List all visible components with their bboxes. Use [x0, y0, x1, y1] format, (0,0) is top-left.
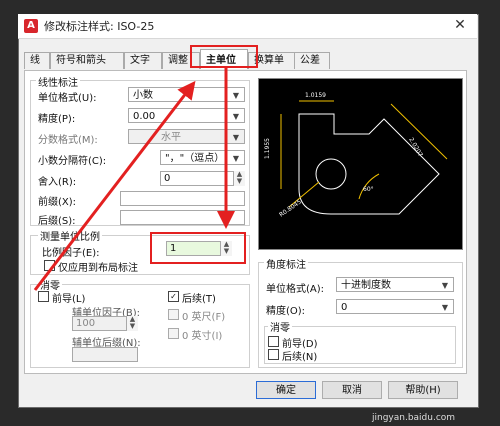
arrow-to-tab — [33, 80, 196, 291]
annotation-arrows — [33, 68, 235, 291]
watermark-text: jingyan.baidu.com — [372, 413, 456, 423]
